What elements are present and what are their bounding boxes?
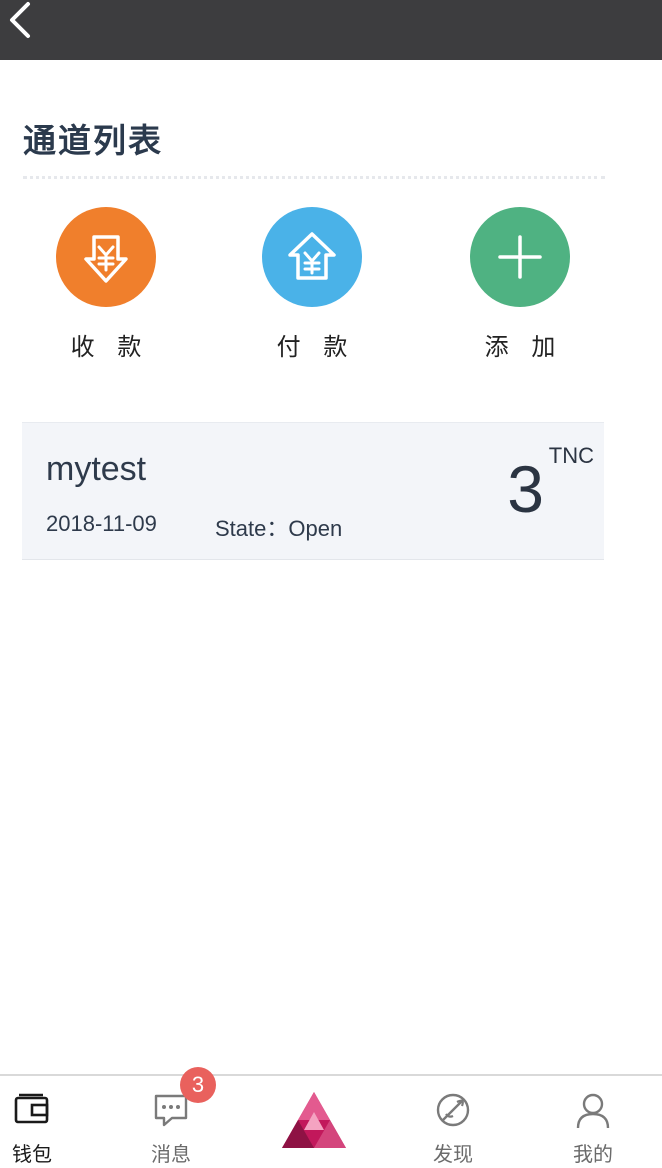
receive-icon-circle: [56, 207, 156, 307]
nav-messages-label: 消息: [151, 1144, 191, 1166]
add-label: 添 加: [484, 334, 564, 361]
trinity-logo-icon: [282, 1092, 346, 1148]
page-title: 通道列表: [23, 122, 163, 159]
channel-state: State：Open: [215, 516, 343, 541]
channel-name: mytest: [46, 450, 147, 488]
receive-label: 收 款: [70, 334, 150, 361]
bottom-nav: 钱包 消息 发现 我的: [0, 1074, 662, 1168]
wallet-icon: [14, 1093, 49, 1124]
channel-date: 2018-11-09: [46, 511, 157, 536]
nav-wallet[interactable]: 钱包: [0, 1076, 82, 1168]
message-count-badge: 3: [180, 1067, 216, 1103]
channel-unit: TNC: [548, 443, 594, 468]
nav-home-logo[interactable]: [264, 1076, 364, 1168]
profile-icon: [576, 1093, 610, 1129]
pay-label: 付 款: [276, 334, 356, 361]
nav-profile-label: 我的: [573, 1144, 613, 1166]
receive-button[interactable]: 收 款: [36, 207, 176, 367]
chevron-left-icon: [10, 2, 30, 38]
nav-profile[interactable]: 我的: [543, 1076, 643, 1168]
nav-discover[interactable]: 发现: [403, 1076, 503, 1168]
top-bar: [0, 0, 662, 60]
nav-discover-label: 发现: [433, 1144, 473, 1166]
plus-icon: [498, 235, 542, 279]
pay-icon-circle: [262, 207, 362, 307]
discover-icon: [436, 1093, 470, 1127]
add-channel-button[interactable]: 添 加: [450, 207, 590, 367]
receive-yen-icon: [84, 235, 128, 283]
channel-card[interactable]: mytest 2018-11-09 State：Open 3 TNC: [22, 422, 604, 560]
pay-yen-icon: [288, 232, 336, 280]
add-icon-circle: [470, 207, 570, 307]
channel-amount: 3: [507, 452, 544, 526]
nav-wallet-label: 钱包: [12, 1144, 52, 1166]
pay-button[interactable]: 付 款: [242, 207, 382, 367]
divider: [23, 176, 605, 179]
back-button[interactable]: [4, 0, 44, 42]
